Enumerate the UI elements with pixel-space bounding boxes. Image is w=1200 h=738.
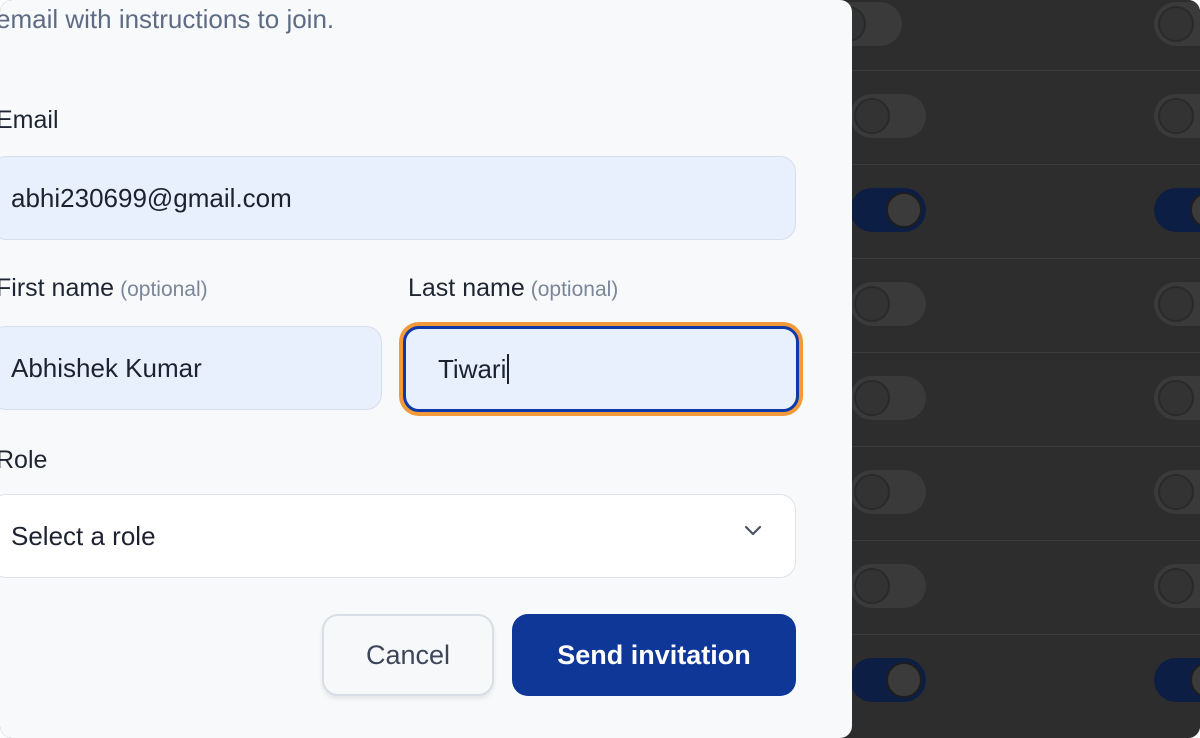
role-select-placeholder: Select a role xyxy=(11,520,156,551)
role-label: Role xyxy=(0,446,48,474)
toggle-knob xyxy=(1158,380,1194,416)
toggle-knob xyxy=(854,286,890,322)
list-divider xyxy=(852,352,1200,353)
first-name-field[interactable]: Abhishek Kumar xyxy=(0,326,382,410)
toggle-knob xyxy=(886,662,922,698)
toggle-knob xyxy=(1158,98,1194,134)
toggle-knob xyxy=(1158,6,1194,42)
toggle-knob xyxy=(1158,286,1194,322)
toggle-switch[interactable] xyxy=(1154,94,1200,138)
role-select[interactable]: Select a role xyxy=(0,494,796,578)
text-caret xyxy=(507,354,510,384)
cancel-button[interactable]: Cancel xyxy=(322,614,494,696)
toggle-switch[interactable] xyxy=(850,188,926,232)
toggle-switch[interactable] xyxy=(850,658,926,702)
toggle-knob xyxy=(854,568,890,604)
list-divider xyxy=(852,634,1200,635)
toggle-switch[interactable] xyxy=(1154,188,1200,232)
toggle-knob xyxy=(1158,568,1194,604)
last-name-field-value: Tiwari xyxy=(438,353,507,384)
toggle-knob xyxy=(854,380,890,416)
invite-member-dialog: email with instructions to join. Email a… xyxy=(0,0,852,738)
list-divider xyxy=(852,446,1200,447)
first-name-label: First name (optional) xyxy=(0,274,208,303)
optional-hint: (optional) xyxy=(530,278,619,301)
chevron-down-icon xyxy=(744,525,762,536)
toggle-switch[interactable] xyxy=(1154,376,1200,420)
toggle-knob xyxy=(1158,474,1194,510)
toggle-knob xyxy=(854,474,890,510)
last-name-field[interactable]: Tiwari xyxy=(403,326,799,412)
list-divider xyxy=(852,164,1200,165)
toggle-switch[interactable] xyxy=(850,470,926,514)
toggle-knob xyxy=(1190,192,1200,228)
toggle-switch[interactable] xyxy=(850,282,926,326)
toggle-switch[interactable] xyxy=(1154,658,1200,702)
last-name-label-text: Last name xyxy=(408,274,525,302)
toggle-knob xyxy=(886,192,922,228)
toggle-switch[interactable] xyxy=(850,564,926,608)
list-divider xyxy=(852,258,1200,259)
optional-hint: (optional) xyxy=(120,278,208,301)
email-field[interactable]: abhi230699@gmail.com xyxy=(0,156,796,240)
app-frame: email with instructions to join. Email a… xyxy=(0,0,1200,738)
toggle-switch[interactable] xyxy=(1154,2,1200,46)
background-member-list xyxy=(826,0,1200,738)
dialog-description: email with instructions to join. xyxy=(0,4,335,34)
last-name-label: Last name (optional) xyxy=(408,274,618,303)
send-invitation-button[interactable]: Send invitation xyxy=(512,614,796,696)
first-name-field-value: Abhishek Kumar xyxy=(11,352,202,383)
toggle-switch[interactable] xyxy=(850,376,926,420)
toggle-knob xyxy=(1190,662,1200,698)
toggle-knob xyxy=(854,98,890,134)
list-divider xyxy=(852,540,1200,541)
toggle-switch[interactable] xyxy=(1154,282,1200,326)
email-field-value: abhi230699@gmail.com xyxy=(11,182,292,213)
list-divider xyxy=(852,70,1200,71)
toggle-switch[interactable] xyxy=(1154,470,1200,514)
email-label: Email xyxy=(0,106,59,134)
first-name-label-text: First name xyxy=(0,274,115,302)
toggle-switch[interactable] xyxy=(850,94,926,138)
toggle-switch[interactable] xyxy=(1154,564,1200,608)
